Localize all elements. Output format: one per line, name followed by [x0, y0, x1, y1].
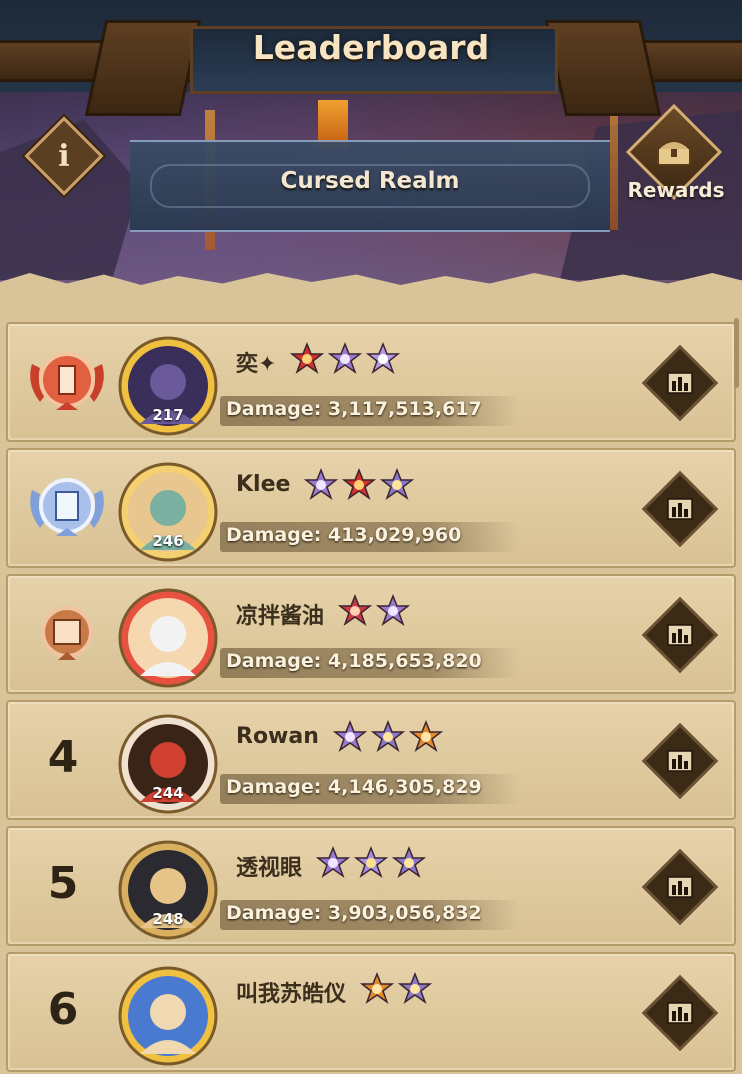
leaderboard-row[interactable]: 凉拌酱油 Damage: 4,185,653,820 [6, 574, 736, 694]
emblem-list [303, 467, 415, 506]
stats-button[interactable] [641, 848, 719, 926]
player-name: 透视眼 [236, 856, 303, 881]
level-badge: 244 [152, 784, 184, 802]
leaderboard-row[interactable]: 246 Klee Damage: 413,029,960 [6, 448, 736, 568]
player-name: Rowan [236, 724, 319, 749]
rank-medal-icon [26, 596, 108, 668]
player-name: 凉拌酱油 [236, 604, 325, 629]
purple-star-emblem-icon [327, 341, 363, 378]
rank-number: 4 [47, 732, 79, 783]
treasure-chest-icon [643, 121, 705, 183]
bar-chart-icon [656, 611, 704, 659]
stats-button[interactable] [641, 974, 719, 1052]
leaderboard-row[interactable]: 4 244 Rowan Damage: 4,146,305,829 [6, 700, 736, 820]
leaderboard-row[interactable]: 217 奕✦ Damage: 3,117,513,617 [6, 322, 736, 442]
purple-star-emblem-icon [315, 845, 351, 882]
emblem-list [315, 845, 427, 884]
stats-button[interactable] [641, 596, 719, 674]
stats-button[interactable] [641, 470, 719, 548]
leaderboard-row[interactable]: 6 叫我苏皓仪 [6, 952, 736, 1072]
sun-star-emblem-icon [353, 845, 389, 882]
damage-value: Damage: 3,903,056,832 [226, 902, 482, 924]
damage-value: Damage: 413,029,960 [226, 524, 462, 546]
damage-value: Damage: 3,117,513,617 [226, 398, 482, 420]
leaderboard-row[interactable]: 5 248 透视眼 Damage: 3,903,056,832 [6, 826, 736, 946]
avatar[interactable] [114, 584, 222, 692]
purple-star-emblem-icon [375, 593, 411, 630]
flame-emblem-icon [408, 719, 444, 756]
player-name: 叫我苏皓仪 [236, 982, 347, 1007]
crossed-swords-emblem-icon [370, 719, 406, 756]
bar-chart-icon [656, 863, 704, 911]
red-star-emblem-icon [289, 341, 325, 378]
info-icon: i [58, 138, 70, 174]
realm-title: Cursed Realm [280, 168, 460, 194]
red-crest-emblem-icon [337, 593, 373, 630]
bar-chart-icon [656, 485, 704, 533]
emblem-list [337, 593, 411, 632]
leaderboard-list: 217 奕✦ Damage: 3,117,513,617 246 Klee Damage:… [0, 300, 742, 1072]
purple-star-emblem-icon [303, 467, 339, 504]
stats-button[interactable] [641, 722, 719, 800]
level-badge: 246 [152, 532, 184, 550]
rewards-label[interactable]: Rewards [616, 178, 736, 202]
bar-chart-icon [656, 359, 704, 407]
player-name: Klee [236, 472, 291, 497]
bar-chart-icon [656, 989, 704, 1037]
red-star-emblem-icon [341, 467, 377, 504]
rank-number: 6 [47, 984, 79, 1035]
damage-value: Damage: 4,185,653,820 [226, 650, 482, 672]
player-name: 奕✦ [236, 352, 277, 377]
flame-emblem-icon [359, 971, 395, 1008]
emblem-list [332, 719, 444, 758]
damage-value: Damage: 4,146,305,829 [226, 776, 482, 798]
stats-button[interactable] [641, 344, 719, 422]
level-badge: 217 [152, 406, 184, 424]
crossed-swords-emblem-icon [391, 845, 427, 882]
rank-medal-icon [26, 470, 108, 542]
rank-medal-icon [26, 344, 108, 416]
bar-chart-icon [656, 737, 704, 785]
level-badge: 248 [152, 910, 184, 928]
page-title: Leaderboard [252, 28, 490, 67]
crossed-swords-emblem-icon [397, 971, 433, 1008]
lavender-crest-emblem-icon [365, 341, 401, 378]
rank-number: 5 [47, 858, 79, 909]
emblem-list [359, 971, 433, 1010]
avatar[interactable] [114, 962, 222, 1070]
crossed-swords-emblem-icon [379, 467, 415, 504]
scrollbar[interactable] [734, 318, 739, 388]
emblem-list [289, 341, 401, 380]
purple-star-emblem-icon [332, 719, 368, 756]
header-banner: Leaderboard i Cursed Realm Rewards [0, 0, 742, 292]
